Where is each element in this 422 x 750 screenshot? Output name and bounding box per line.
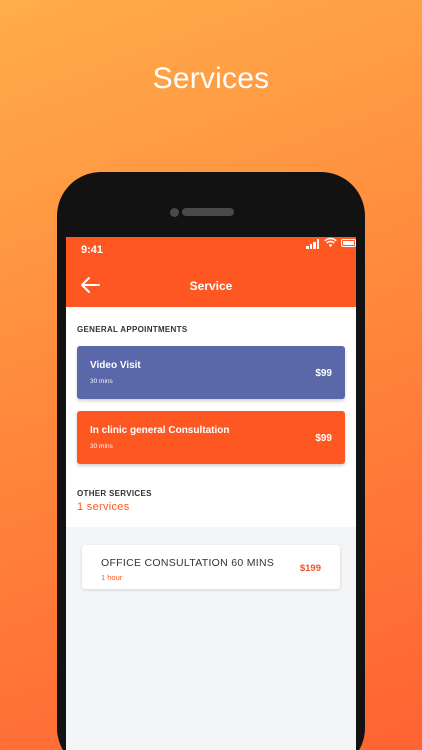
card-title: Video Visit: [90, 360, 141, 371]
status-bar: 9:41: [66, 237, 356, 263]
card-price: $99: [315, 368, 332, 379]
nav-title: Service: [189, 279, 233, 293]
other-services-count: 1 services: [77, 501, 130, 513]
other-services-heading: OTHER SERVICES: [77, 489, 152, 498]
wifi-icon: [324, 237, 337, 247]
phone-screen: 9:41 Service GENERAL APPOINTMENTS Video …: [66, 237, 356, 750]
cellular-signal-icon: [306, 239, 320, 249]
clinic-consultation-card[interactable]: In clinic general Consultation 30 mins $…: [77, 411, 345, 464]
phone-speaker: [182, 208, 234, 216]
video-visit-card[interactable]: Video Visit 30 mins $99: [77, 346, 345, 399]
service-title: OFFICE CONSULTATION 60 MINS: [101, 557, 275, 569]
card-duration: 30 mins: [90, 378, 113, 385]
office-consultation-card[interactable]: OFFICE CONSULTATION 60 MINS 1 hour $199: [82, 545, 340, 589]
page-headline: Services: [152, 62, 270, 95]
nav-bar: Service: [66, 263, 356, 307]
status-time: 9:41: [81, 244, 104, 256]
service-duration: 1 hour: [101, 573, 123, 582]
card-title: In clinic general Consultation: [90, 425, 230, 436]
general-appointments-heading: GENERAL APPOINTMENTS: [77, 325, 188, 334]
battery-icon: [341, 239, 356, 247]
card-price: $99: [315, 433, 332, 444]
camera-dot: [170, 208, 179, 217]
service-price: $199: [299, 563, 321, 574]
appointments-section: GENERAL APPOINTMENTS Video Visit 30 mins…: [66, 307, 356, 527]
card-duration: 30 mins: [90, 443, 113, 450]
